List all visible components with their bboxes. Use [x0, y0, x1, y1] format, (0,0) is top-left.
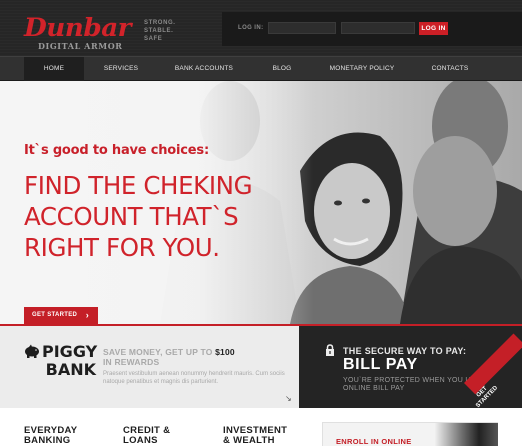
nav-item-home[interactable]: HOME	[24, 57, 84, 81]
hero-headline-line: RIGHT FOR YOU.	[24, 233, 220, 262]
piggy-description: Praesent vestibulum aenean nonummy hendr…	[103, 371, 285, 385]
piggy-bank-promo[interactable]: PIGGY BANK SAVE MONEY, GET UP TO $100 IN…	[0, 324, 299, 408]
rewards-suffix: IN REWARDS	[103, 357, 160, 367]
hero-headline-line: FIND THE CHEKING	[24, 171, 253, 200]
enroll-online-banner[interactable]: ENROLL IN ONLINE	[322, 422, 498, 446]
logo-subtitle: DIGITAL ARMOR	[38, 41, 123, 51]
category-everyday-banking[interactable]: EVERYDAY BANKING	[24, 426, 77, 446]
category-credit-loans[interactable]: CREDIT & LOANS	[123, 426, 170, 446]
tagline-line: SAFE	[144, 36, 163, 42]
tagline: STRONG. STABLE. SAFE	[144, 19, 176, 43]
hero-kicker: It`s good to have choices:	[24, 143, 209, 158]
hero-banner: It`s good to have choices: FIND THE CHEK…	[0, 81, 522, 324]
rewards-prefix: SAVE MONEY, GET UP TO	[103, 347, 213, 357]
site-header: Dunbar DIGITAL ARMOR STRONG. STABLE. SAF…	[0, 0, 522, 56]
logo[interactable]: Dunbar DIGITAL ARMOR	[24, 14, 136, 52]
bill-pay-promo[interactable]: THE SECURE WAY TO PAY: BILL PAY YOU`RE P…	[299, 324, 522, 408]
arrow-down-right-icon[interactable]: ↘	[285, 394, 292, 403]
login-panel: LOG IN: LOG IN	[222, 12, 522, 46]
category-line: & WEALTH	[223, 435, 275, 446]
nav-item-bank-accounts[interactable]: BANK ACCOUNTS	[164, 57, 244, 81]
piggy-title-line: PIGGY	[42, 342, 98, 361]
nav-item-contacts[interactable]: CONTACTS	[420, 57, 480, 81]
nav-item-blog[interactable]: BLOG	[258, 57, 306, 81]
tagline-line: STRONG.	[144, 20, 176, 26]
chevron-right-icon: ›	[85, 310, 89, 320]
piggy-title-line: BANK	[45, 360, 96, 379]
bill-pay-kicker: THE SECURE WAY TO PAY:	[343, 346, 467, 356]
category-line: BANKING	[24, 435, 71, 446]
piggy-bank-icon	[25, 344, 39, 358]
nav-item-services[interactable]: SERVICES	[90, 57, 152, 81]
nav-item-monetary-policy[interactable]: MONETARY POLICY	[322, 57, 402, 81]
tagline-line: STABLE.	[144, 28, 174, 34]
login-label: LOG IN:	[238, 25, 264, 31]
category-line: LOANS	[123, 435, 158, 446]
rewards-headline: SAVE MONEY, GET UP TO $100 IN REWARDS	[103, 347, 283, 367]
category-investment-wealth[interactable]: INVESTMENT & WEALTH	[223, 426, 287, 446]
enroll-photo	[435, 423, 498, 446]
piggy-bank-title: PIGGY BANK	[42, 342, 98, 379]
bill-pay-title: BILL PAY	[343, 356, 418, 373]
bill-pay-description: YOU`RE PROTECTED WHEN YOU USE ONLINE BIL…	[343, 377, 481, 392]
hero-headline: FIND THE CHEKING ACCOUNT THAT`S RIGHT FO…	[24, 170, 344, 263]
enroll-label: ENROLL IN ONLINE	[336, 437, 412, 446]
get-started-button[interactable]: GET STARTED ›	[24, 307, 98, 324]
get-started-label: GET STARTED	[32, 312, 78, 318]
hero-headline-line: ACCOUNT THAT`S	[24, 202, 239, 231]
username-input[interactable]	[268, 22, 336, 34]
logo-wordmark: Dunbar	[24, 13, 132, 42]
main-nav: HOME SERVICES BANK ACCOUNTS BLOG MONETAR…	[0, 56, 522, 81]
password-input[interactable]	[341, 22, 415, 34]
login-button[interactable]: LOG IN	[419, 22, 448, 35]
lock-icon	[326, 344, 334, 356]
rewards-amount: $100	[215, 347, 235, 357]
